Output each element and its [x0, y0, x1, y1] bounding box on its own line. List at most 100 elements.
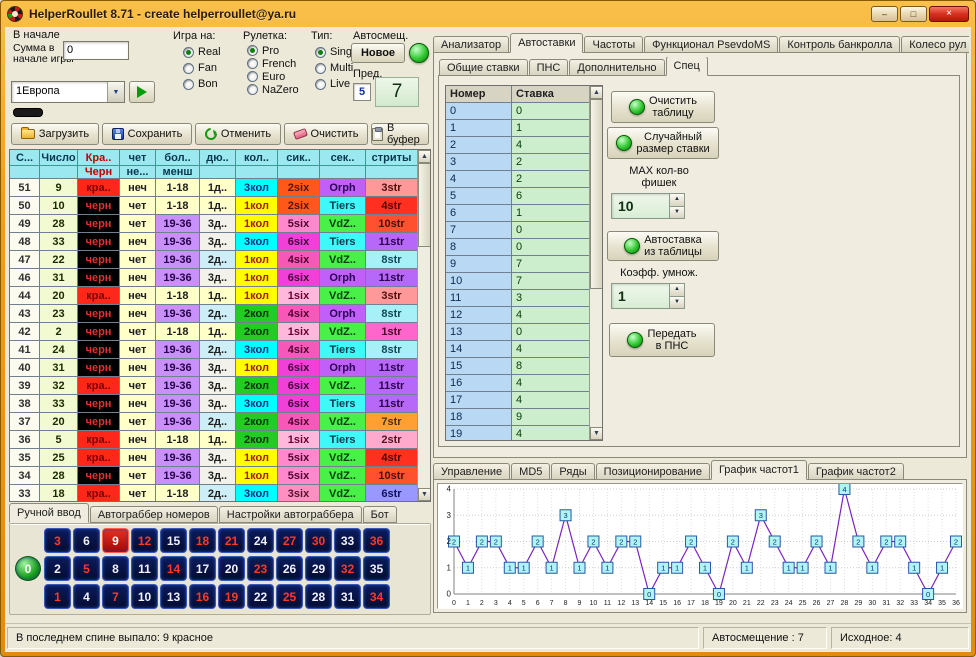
game-select[interactable]: 1Европа ▼	[11, 81, 125, 103]
bets-scrollbar[interactable]: ▲▼	[589, 86, 603, 440]
subtab-0[interactable]: Общие ставки	[439, 59, 528, 76]
bet-value-cell[interactable]: 2	[512, 154, 590, 171]
start-button[interactable]	[129, 81, 155, 103]
bet-value-cell[interactable]: 6	[512, 188, 590, 205]
left-tab-0[interactable]: Ручной ввод	[9, 503, 89, 523]
random-bet-size-button[interactable]: Случайный размер ставки	[607, 127, 719, 159]
bet-value-cell[interactable]: 9	[512, 409, 590, 426]
bet-value-cell[interactable]: 2	[512, 171, 590, 188]
board-cell-30[interactable]: 30	[305, 528, 332, 553]
new-button[interactable]: Новое	[351, 43, 405, 63]
chart-tab-5[interactable]: График частот2	[808, 463, 904, 480]
scrollbar-thumb[interactable]	[418, 163, 431, 247]
bet-value-cell[interactable]: 0	[512, 239, 590, 256]
bet-value-cell[interactable]: 4	[512, 426, 590, 441]
autobet-from-table-button[interactable]: Автоставка из таблицы	[607, 231, 719, 261]
roulette-option-euro[interactable]: Euro	[247, 70, 299, 83]
board-cell-27[interactable]: 27	[276, 528, 303, 553]
bet-value-cell[interactable]: 8	[512, 358, 590, 375]
board-cell-16[interactable]: 16	[189, 584, 216, 609]
roulette-option-french[interactable]: French	[247, 57, 299, 70]
spin-down-button[interactable]: ▼	[670, 297, 684, 309]
board-cell-6[interactable]: 6	[73, 528, 100, 553]
bet-value-cell[interactable]: 4	[512, 341, 590, 358]
subtab-1[interactable]: ПНС	[529, 59, 569, 76]
left-tab-1[interactable]: Автограббер номеров	[90, 506, 218, 523]
left-tab-2[interactable]: Настройки автограббера	[219, 506, 362, 523]
board-cell-34[interactable]: 34	[363, 584, 390, 609]
board-cell-22[interactable]: 22	[247, 584, 274, 609]
board-cell-8[interactable]: 8	[102, 556, 129, 581]
board-cell-14[interactable]: 14	[160, 556, 187, 581]
bet-value-cell[interactable]: 7	[512, 256, 590, 273]
scroll-down-button[interactable]: ▼	[418, 488, 431, 501]
max-chips-input[interactable]: 10 ▲ ▼	[611, 193, 685, 219]
dropdown-arrow-icon[interactable]: ▼	[107, 82, 124, 102]
board-cell-15[interactable]: 15	[160, 528, 187, 553]
bet-value-cell[interactable]: 4	[512, 375, 590, 392]
subtab-2[interactable]: Дополнительно	[569, 59, 664, 76]
board-cell-9[interactable]: 9	[102, 528, 129, 553]
chart-tab-0[interactable]: Управление	[433, 463, 510, 480]
minimize-button[interactable]: –	[871, 6, 898, 22]
bet-value-cell[interactable]: 4	[512, 392, 590, 409]
clear-table-button[interactable]: Очистить таблицу	[611, 91, 715, 123]
transfer-to-pns-button[interactable]: Передать в ПНС	[609, 323, 715, 357]
scrollbar-thumb[interactable]	[590, 99, 603, 289]
board-cell-31[interactable]: 31	[334, 584, 361, 609]
scroll-up-button[interactable]: ▲	[418, 150, 431, 163]
close-button[interactable]: ×	[929, 6, 969, 22]
history-scrollbar[interactable]: ▲▼	[417, 150, 431, 501]
board-cell-35[interactable]: 35	[363, 556, 390, 581]
save-button[interactable]: Сохранить	[102, 123, 192, 145]
chart-tab-1[interactable]: MD5	[511, 463, 550, 480]
load-button[interactable]: Загрузить	[11, 123, 99, 145]
bet-value-cell[interactable]: 0	[512, 324, 590, 341]
type-option-singl[interactable]: Singl	[315, 44, 354, 60]
board-cell-2[interactable]: 2	[44, 556, 71, 581]
spin-down-button[interactable]: ▼	[670, 207, 684, 219]
left-tab-3[interactable]: Бот	[363, 506, 397, 523]
to-clipboard-button[interactable]: В буфер	[371, 123, 429, 145]
board-cell-3[interactable]: 3	[44, 528, 71, 553]
right-tab-0[interactable]: Анализатор	[433, 36, 509, 53]
board-cell-4[interactable]: 4	[73, 584, 100, 609]
board-cell-0[interactable]: 0	[15, 556, 41, 581]
right-tab-4[interactable]: Контроль банкролла	[779, 36, 900, 53]
board-cell-10[interactable]: 10	[131, 584, 158, 609]
bet-value-cell[interactable]: 4	[512, 137, 590, 154]
type-option-multi[interactable]: Multi	[315, 60, 354, 76]
chart-tab-3[interactable]: Позиционирование	[596, 463, 710, 480]
scroll-down-button[interactable]: ▼	[590, 427, 603, 440]
collapse-pill[interactable]	[13, 108, 43, 117]
right-tab-2[interactable]: Частоты	[584, 36, 643, 53]
game-on-option-fan[interactable]: Fan	[183, 60, 221, 76]
multiplier-value[interactable]: 1	[612, 284, 669, 308]
board-cell-26[interactable]: 26	[276, 556, 303, 581]
max-chips-value[interactable]: 10	[612, 194, 669, 218]
clear-button[interactable]: Очистить	[284, 123, 368, 145]
bet-value-cell[interactable]: 0	[512, 222, 590, 239]
right-tab-5[interactable]: Колесо рул	[901, 36, 969, 53]
board-cell-11[interactable]: 11	[131, 556, 158, 581]
undo-button[interactable]: Отменить	[195, 123, 281, 145]
board-cell-29[interactable]: 29	[305, 556, 332, 581]
bet-value-cell[interactable]: 1	[512, 205, 590, 222]
board-cell-36[interactable]: 36	[363, 528, 390, 553]
board-cell-24[interactable]: 24	[247, 528, 274, 553]
board-cell-32[interactable]: 32	[334, 556, 361, 581]
board-cell-25[interactable]: 25	[276, 584, 303, 609]
subtab-3[interactable]: Спец	[666, 57, 708, 76]
board-cell-20[interactable]: 20	[218, 556, 245, 581]
board-cell-12[interactable]: 12	[131, 528, 158, 553]
type-option-live[interactable]: Live	[315, 76, 354, 92]
bet-value-cell[interactable]: 3	[512, 290, 590, 307]
board-cell-18[interactable]: 18	[189, 528, 216, 553]
board-cell-33[interactable]: 33	[334, 528, 361, 553]
bet-value-cell[interactable]: 7	[512, 273, 590, 290]
right-tab-1[interactable]: Автоставки	[510, 33, 583, 53]
start-sum-input[interactable]: 0	[63, 41, 129, 60]
board-cell-17[interactable]: 17	[189, 556, 216, 581]
board-cell-5[interactable]: 5	[73, 556, 100, 581]
bet-value-cell[interactable]: 4	[512, 307, 590, 324]
